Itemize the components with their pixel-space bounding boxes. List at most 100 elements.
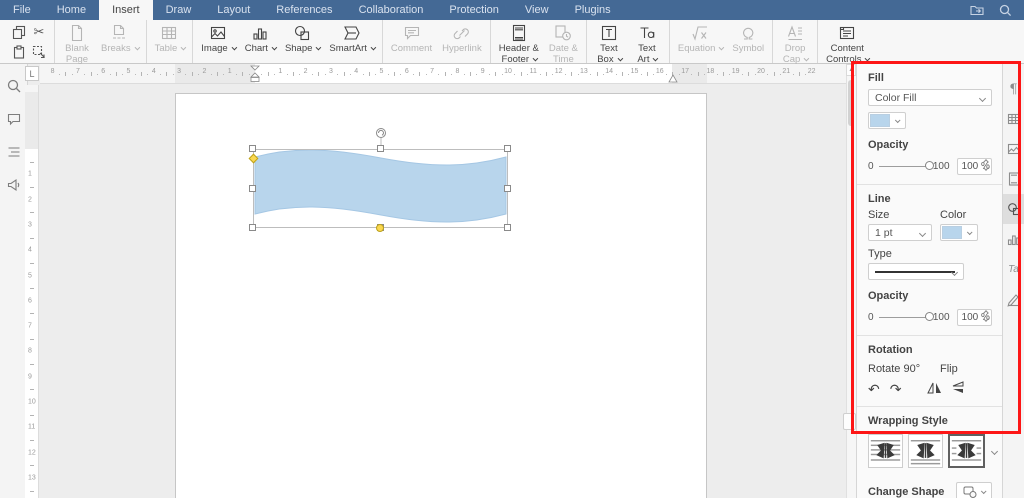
change-shape-button[interactable] <box>956 482 992 498</box>
fill-opacity-slider[interactable] <box>878 161 934 170</box>
chevron-down-icon <box>718 44 725 51</box>
table-settings-tab[interactable] <box>1003 104 1024 134</box>
menu-tab-plugins[interactable]: Plugins <box>562 0 624 20</box>
wrapping-style-top-and-bottom[interactable] <box>908 434 943 468</box>
chevron-down-icon <box>134 44 140 51</box>
line-opacity-spinner[interactable]: 100 % <box>956 309 992 326</box>
text-box-button[interactable]: Text Box <box>590 20 628 65</box>
content-controls-button[interactable]: Content Controls <box>821 20 873 65</box>
resize-handle[interactable] <box>504 185 511 192</box>
cut-button[interactable]: ✂ <box>30 23 48 41</box>
rotate-cw-button[interactable]: ↷ <box>890 382 902 396</box>
scrollbar-thumb[interactable] <box>848 80 854 126</box>
paste-button[interactable] <box>10 43 28 61</box>
change-shape-label: Change Shape <box>868 486 945 498</box>
shape-settings-tab[interactable] <box>1002 194 1024 224</box>
textart-settings-tab[interactable]: Ta <box>1003 254 1024 284</box>
search-icon[interactable] <box>999 4 1012 17</box>
drop-cap-button[interactable]: Drop Cap <box>776 20 814 65</box>
chart-button[interactable]: Chart <box>240 20 280 63</box>
resize-handle[interactable] <box>377 145 384 152</box>
line-color-button[interactable] <box>940 224 978 241</box>
line-opacity-slider[interactable] <box>878 312 934 321</box>
table-button[interactable]: Table <box>150 20 190 63</box>
hyperlink-button[interactable]: Hyperlink <box>437 20 487 63</box>
scroll-up-button[interactable]: ▲ <box>846 64 856 76</box>
fill-opacity-spinner[interactable]: 100 % <box>956 158 992 175</box>
date-time-button[interactable]: Date & Time <box>544 20 583 65</box>
right-panel-tabs: ¶ Ta <box>1002 64 1024 498</box>
select-all-button[interactable] <box>30 43 48 61</box>
toolbar-button-label: SmartArt <box>329 43 377 55</box>
comment-button[interactable]: Comment <box>386 20 437 63</box>
menu-tab-home[interactable]: Home <box>44 0 99 20</box>
right-indent-marker[interactable] <box>668 72 678 83</box>
flip-vertical-button[interactable] <box>951 381 965 397</box>
shape-icon <box>292 23 312 43</box>
chevron-down-icon <box>990 447 999 455</box>
text-art-button[interactable]: Text Art <box>628 20 666 65</box>
rotate-ccw-button[interactable]: ↶ <box>868 382 880 396</box>
comment-icon <box>402 23 422 43</box>
equation-button[interactable]: Equation <box>673 20 728 63</box>
chevron-down-icon <box>180 44 187 51</box>
line-size-label: Size <box>868 209 890 221</box>
spinner-arrows[interactable] <box>983 159 989 171</box>
line-opacity-title: Opacity <box>868 290 909 302</box>
header-footer-button[interactable]: Header & Footer <box>494 20 544 65</box>
menu-tab-protection[interactable]: Protection <box>436 0 512 20</box>
resize-handle[interactable] <box>249 224 256 231</box>
toolbar-button-label: Hyperlink <box>442 43 482 54</box>
resize-handle[interactable] <box>504 145 511 152</box>
text-art-icon <box>637 23 657 43</box>
shape-selection-box <box>253 149 508 228</box>
blank-page-button[interactable]: Blank Page <box>58 20 96 65</box>
menu-tab-draw[interactable]: Draw <box>153 0 205 20</box>
horizontal-ruler: 8 7 6 5 4 3 2 1 1 2 3 4 5 6 7 8 9 10 11 12 13 14 15 16 17 18 19 20 2… <box>40 64 846 84</box>
shape-button[interactable]: Shape <box>280 20 324 63</box>
wrapping-style-square[interactable] <box>948 434 985 468</box>
flip-horizontal-button[interactable] <box>927 381 942 397</box>
line-type-select[interactable] <box>868 263 964 280</box>
chevron-down-icon <box>980 488 987 495</box>
menu-tab-layout[interactable]: Layout <box>204 0 263 20</box>
vertical-scrollbar[interactable] <box>846 64 856 498</box>
navigation-sidebar-button[interactable] <box>4 142 24 162</box>
fill-color-swatch <box>870 114 890 127</box>
signature-settings-tab[interactable] <box>1003 284 1024 314</box>
search-sidebar-button[interactable] <box>4 76 24 96</box>
image-settings-tab[interactable] <box>1003 134 1024 164</box>
adjust-handle-bottom[interactable] <box>376 224 384 232</box>
resize-handle[interactable] <box>249 145 256 152</box>
resize-handle[interactable] <box>504 224 511 231</box>
indent-markers[interactable] <box>250 65 260 83</box>
paragraph-settings-tab[interactable]: ¶ <box>1003 74 1024 104</box>
symbol-button[interactable]: Symbol <box>727 20 769 63</box>
header-settings-tab[interactable] <box>1003 164 1024 194</box>
tab-stop-selector[interactable]: L <box>25 66 39 81</box>
wrapping-style-inline[interactable] <box>868 434 903 468</box>
comments-sidebar-button[interactable] <box>4 109 24 129</box>
menu-tab-file[interactable]: File <box>0 0 44 20</box>
image-button[interactable]: Image <box>196 20 239 63</box>
breaks-button[interactable]: Breaks <box>96 20 143 63</box>
resize-handle[interactable] <box>249 185 256 192</box>
copy-button[interactable] <box>10 23 28 41</box>
spinner-arrows[interactable] <box>983 310 989 322</box>
menu-tab-insert[interactable]: Insert <box>99 0 153 20</box>
chevron-down-icon <box>918 229 927 238</box>
menu-tab-collaboration[interactable]: Collaboration <box>346 0 437 20</box>
line-size-select[interactable]: 1 pt <box>868 224 932 241</box>
table-icon <box>159 23 179 43</box>
flip-label: Flip <box>940 363 958 375</box>
open-file-location-icon[interactable] <box>970 4 985 16</box>
feedback-sidebar-button[interactable] <box>4 175 24 195</box>
fill-type-select[interactable]: Color Fill <box>868 89 992 106</box>
chart-settings-tab[interactable] <box>1003 224 1024 254</box>
fill-color-button[interactable] <box>868 112 906 129</box>
smartart-button[interactable]: SmartArt <box>324 20 378 63</box>
menu-tab-references[interactable]: References <box>263 0 345 20</box>
scroll-widget[interactable] <box>843 413 856 430</box>
menu-tab-view[interactable]: View <box>512 0 562 20</box>
wrapping-more-button[interactable] <box>990 434 999 468</box>
